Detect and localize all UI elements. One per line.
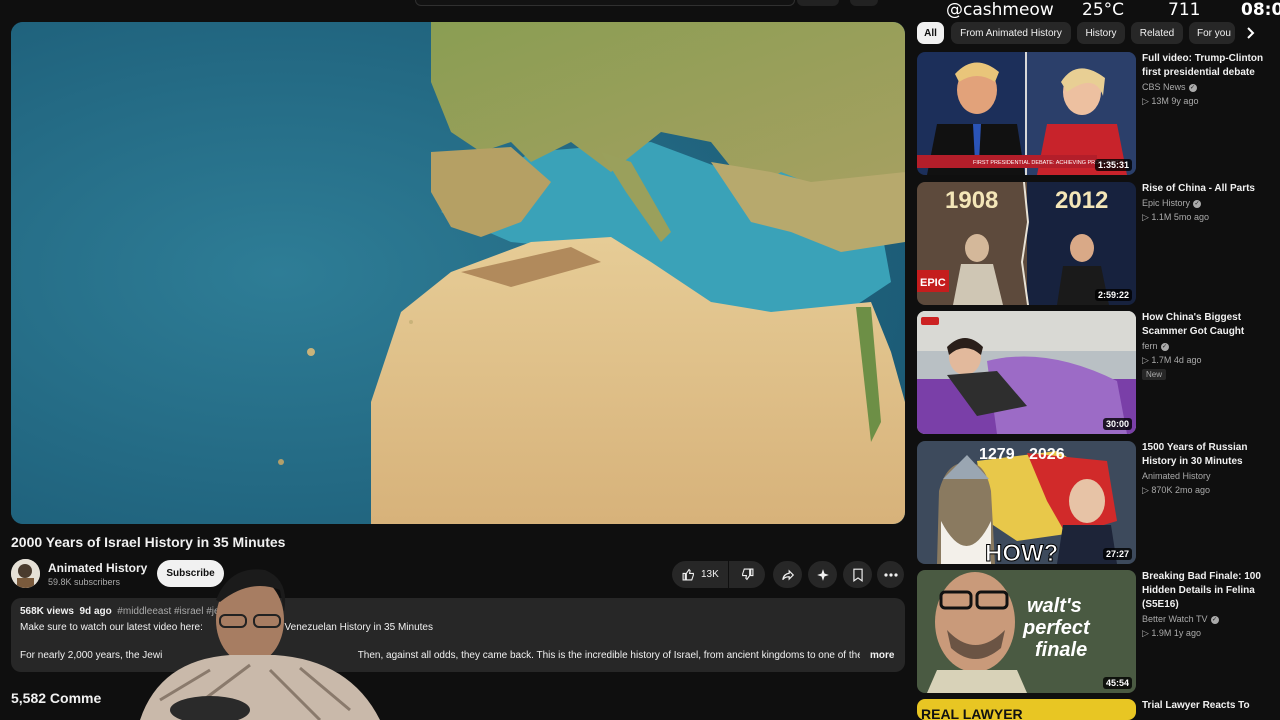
filter-chips: All From Animated History History Relate… — [917, 22, 1280, 44]
like-count: 13K — [701, 569, 719, 580]
year-b-text: 2012 — [1055, 187, 1108, 214]
video-player[interactable] — [11, 22, 905, 524]
more-actions-button[interactable] — [877, 561, 904, 588]
new-badge: New — [1142, 369, 1167, 380]
video-title[interactable]: 1500 Years of Russian History in 30 Minu… — [1142, 441, 1264, 469]
video-duration: 30:00 — [1102, 418, 1132, 430]
lawyer-text: REAL LAWYER — [921, 706, 1023, 720]
video-duration: 2:59:22 — [1094, 289, 1132, 301]
sparkle-icon — [816, 568, 829, 581]
thumbs-up-icon — [682, 568, 694, 581]
recommendation-item[interactable]: 30:00 How China's Biggest Scammer Got Ca… — [917, 311, 1267, 435]
walt-text-3: finale — [1035, 639, 1087, 661]
search-button[interactable] — [797, 0, 839, 6]
channel-label: Epic History — [1142, 198, 1191, 208]
chevron-right-icon — [1247, 27, 1255, 39]
channel-name[interactable]: fern ✓ — [1142, 341, 1169, 351]
channel-name[interactable]: Epic History ✓ — [1142, 198, 1202, 208]
share-icon — [781, 569, 794, 580]
channel-name[interactable]: Better Watch TV ✓ — [1142, 614, 1219, 624]
comments-header: 5,582 Comme — [11, 690, 102, 706]
stream-overlay: @cashmeow 25°C 711 08:03 — [938, 0, 1280, 24]
chip-related[interactable]: Related — [1131, 22, 1183, 44]
verified-icon: ✓ — [1210, 615, 1219, 624]
video-thumbnail[interactable]: 30:00 — [917, 311, 1136, 434]
lawyer-thumbnail: REAL LAWYER — [917, 699, 1136, 720]
chip-from-animated-history[interactable]: From Animated History — [951, 22, 1071, 44]
recommendation-item[interactable]: walt's perfect finale 45:54 Breaking Bad… — [917, 570, 1267, 694]
description-text-end: Then, against all odds, they came back. … — [357, 650, 860, 661]
overlay-time: 08:03 — [1241, 0, 1280, 20]
year-start-text: 1279 — [979, 446, 1015, 463]
chip-history[interactable]: History — [1077, 22, 1125, 44]
russia-thumbnail: 1279 2026 HOW? — [917, 441, 1136, 564]
channel-avatar[interactable] — [11, 559, 40, 588]
verified-icon: ✓ — [1193, 199, 1202, 208]
video-title[interactable]: Breaking Bad Finale: 100 Hidden Details … — [1142, 570, 1264, 612]
verified-icon: ✓ — [1188, 83, 1197, 92]
webcam-overlay — [140, 569, 380, 720]
save-button[interactable] — [843, 561, 872, 588]
more-horizontal-icon — [883, 572, 898, 577]
video-duration: 45:54 — [1102, 677, 1132, 689]
channel-name[interactable]: CBS News ✓ — [1142, 82, 1197, 92]
recommendation-item[interactable]: REAL LAWYER Trial Lawyer Reacts To — [917, 699, 1267, 720]
video-stats: ▷ 1.9M 1y ago — [1142, 628, 1201, 638]
video-duration: 1:35:31 — [1094, 159, 1132, 171]
channel-label: Animated History — [1142, 471, 1211, 481]
walt-text-2: perfect — [1022, 617, 1091, 639]
chips-next-button[interactable] — [1240, 22, 1262, 44]
channel-name[interactable]: Animated History — [1142, 471, 1211, 481]
video-thumbnail[interactable]: 1908 2012 EPIC 2:59:22 — [917, 182, 1136, 305]
view-count: 568K views — [20, 606, 74, 617]
description-more-link[interactable]: more — [870, 650, 894, 661]
video-title[interactable]: How China's Biggest Scammer Got Caught — [1142, 311, 1264, 339]
walt-text-1: walt's — [1027, 595, 1082, 617]
channel-label: CBS News — [1142, 82, 1186, 92]
video-stats: ▷ 870K 2mo ago — [1142, 485, 1210, 495]
video-duration: 27:27 — [1102, 548, 1132, 560]
bookmark-icon — [852, 568, 863, 582]
channel-label: fern — [1142, 341, 1158, 351]
map-frame — [11, 22, 905, 524]
avatar-icon — [11, 559, 40, 588]
voice-search-button[interactable] — [850, 0, 878, 6]
recommendation-item[interactable]: 1908 2012 EPIC 2:59:22 Rise of China - A… — [917, 182, 1267, 306]
video-title[interactable]: Rise of China - All Parts — [1142, 182, 1264, 196]
dislike-button[interactable] — [729, 561, 765, 588]
recommendation-item[interactable]: 1279 2026 HOW? 27:27 1500 Years of Russi… — [917, 441, 1267, 565]
chip-all[interactable]: All — [917, 22, 944, 44]
video-stats: ▷ 1.1M 5mo ago — [1142, 212, 1209, 222]
video-thumbnail[interactable]: REAL LAWYER — [917, 699, 1136, 720]
overlay-count: 711 — [1168, 0, 1201, 20]
video-thumbnail[interactable]: FIRST PRESIDENTIAL DEBATE: ACHIEVING PRO… — [917, 52, 1136, 175]
thumbs-down-icon — [741, 568, 753, 581]
video-stats: ▷ 1.7M 4d ago — [1142, 355, 1202, 365]
channel-label: Better Watch TV — [1142, 614, 1208, 624]
chip-for-you[interactable]: For you — [1189, 22, 1235, 44]
video-title[interactable]: Trial Lawyer Reacts To — [1142, 699, 1264, 713]
search-bar[interactable] — [415, 0, 795, 6]
scammer-thumbnail — [917, 311, 1136, 434]
debate-thumbnail: FIRST PRESIDENTIAL DEBATE: ACHIEVING PRO… — [917, 52, 1136, 175]
epic-logo-text: EPIC — [920, 277, 946, 289]
video-thumbnail[interactable]: walt's perfect finale 45:54 — [917, 570, 1136, 693]
video-title: 2000 Years of Israel History in 35 Minut… — [11, 534, 286, 550]
year-end-text: 2026 — [1029, 446, 1065, 463]
video-stats: ▷ 13M 9y ago — [1142, 96, 1199, 106]
share-button[interactable] — [773, 561, 802, 588]
overlay-handle: @cashmeow — [946, 0, 1054, 20]
how-text: HOW? — [985, 540, 1058, 564]
recommendation-item[interactable]: FIRST PRESIDENTIAL DEBATE: ACHIEVING PRO… — [917, 52, 1267, 176]
breaking-bad-thumbnail: walt's perfect finale — [917, 570, 1136, 693]
verified-icon: ✓ — [1160, 342, 1169, 351]
video-title[interactable]: Full video: Trump-Clinton first presiden… — [1142, 52, 1264, 80]
overlay-temperature: 25°C — [1082, 0, 1125, 20]
like-button[interactable]: 13K — [672, 561, 728, 588]
video-thumbnail[interactable]: 1279 2026 HOW? 27:27 — [917, 441, 1136, 564]
ask-button[interactable] — [808, 561, 837, 588]
china-thumbnail: 1908 2012 EPIC — [917, 182, 1136, 305]
year-a-text: 1908 — [945, 187, 998, 214]
